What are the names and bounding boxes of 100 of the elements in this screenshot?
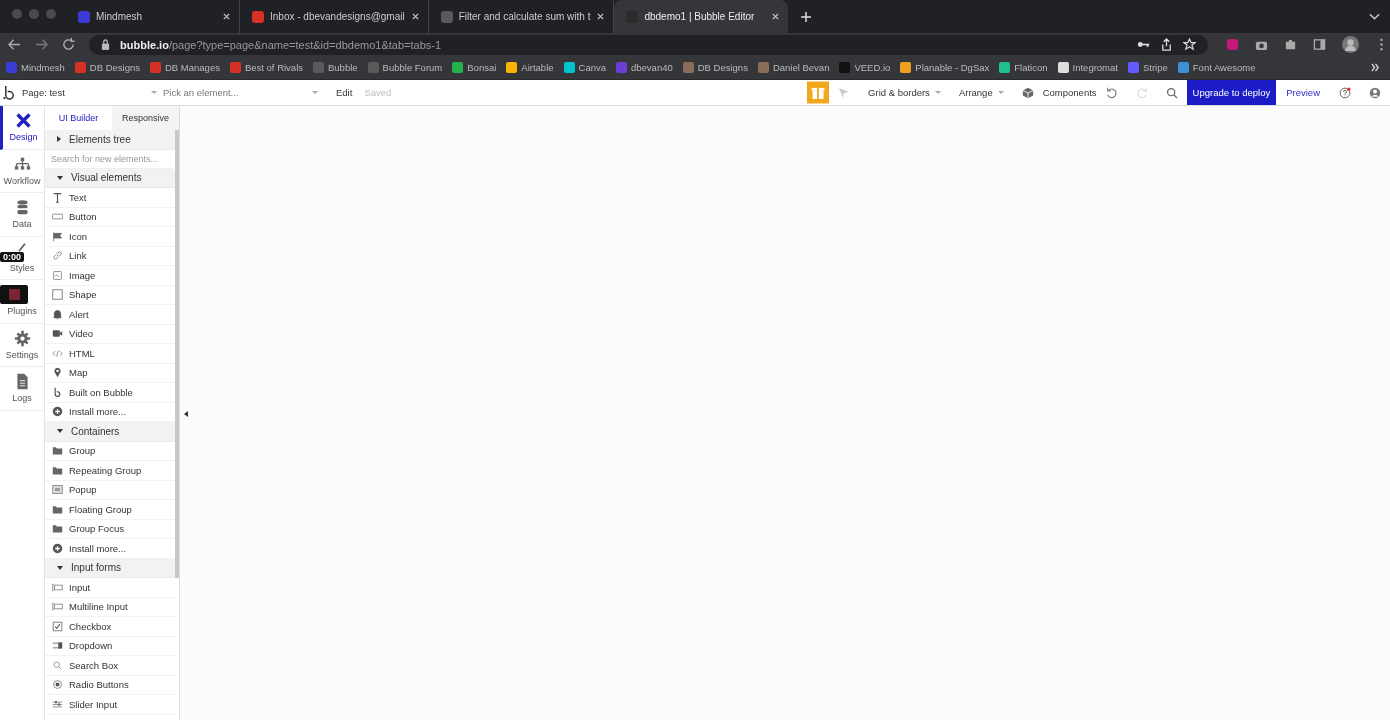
checkbox-icon xyxy=(52,620,63,632)
code-icon xyxy=(52,347,63,359)
link-icon xyxy=(52,250,63,262)
tab-title: Filter and calculate sum with t xyxy=(458,11,591,22)
account-icon[interactable] xyxy=(1369,86,1381,99)
folder-icon xyxy=(52,523,63,535)
nav-tab[interactable]: Logs xyxy=(0,367,44,411)
bookmark[interactable]: VEED.io xyxy=(839,62,891,73)
bookmark[interactable]: DB Designs xyxy=(74,62,140,73)
bookmark[interactable]: Bonsai xyxy=(452,62,497,73)
close-icon[interactable] xyxy=(410,12,420,21)
bookmark[interactable]: Mindmesh xyxy=(6,62,65,73)
element-item[interactable]: Checkbox xyxy=(45,617,175,637)
scrollbar[interactable] xyxy=(175,130,179,578)
plus-icon xyxy=(52,406,63,418)
element-item[interactable]: Multiline Input xyxy=(45,597,175,617)
close-icon[interactable] xyxy=(771,12,781,21)
section-header[interactable]: Elements tree xyxy=(45,130,175,150)
bookmark[interactable]: Font Awesome xyxy=(1177,62,1256,73)
close-icon[interactable] xyxy=(222,12,231,21)
recording-timer-toast: 0:00 xyxy=(0,252,24,262)
forward-icon[interactable] xyxy=(35,38,48,51)
nav-tab[interactable]: Data xyxy=(0,193,44,237)
element-item[interactable]: Input xyxy=(45,578,175,598)
element-item[interactable]: Icon xyxy=(45,227,175,247)
new-tab-icon[interactable] xyxy=(800,10,813,23)
address-field[interactable]: bubble.io/page?type=page&name=test&id=dbdemo1&tab=tabs-1 xyxy=(89,34,1208,55)
bookmark[interactable]: Best of Rivals xyxy=(229,62,303,73)
image-icon xyxy=(52,269,63,281)
panel-tab[interactable]: Responsive xyxy=(112,106,179,130)
triangle-icon xyxy=(57,175,63,180)
undo-icon[interactable] xyxy=(1105,86,1118,99)
upgrade-button[interactable]: Upgrade to deploy xyxy=(1186,80,1277,105)
bookmark[interactable]: Bubble Forum xyxy=(367,62,443,73)
browser-tab[interactable]: dbdemo1 | Bubble Editor xyxy=(614,0,789,33)
edit-menu[interactable]: Edit xyxy=(324,87,365,98)
preview-button[interactable]: Preview xyxy=(1276,87,1330,98)
bookmark[interactable]: Bubble xyxy=(313,62,358,73)
nav-tab[interactable]: Workflow xyxy=(0,149,44,193)
brush-icon xyxy=(18,242,26,252)
caret-icon xyxy=(934,91,941,94)
save-status: Saved xyxy=(364,87,392,98)
bookmark[interactable]: Integromat xyxy=(1057,62,1118,73)
collapse-panel-icon[interactable] xyxy=(184,411,188,417)
flowchart-icon xyxy=(13,155,31,173)
bookmark[interactable]: DB Designs xyxy=(682,62,748,73)
square-icon xyxy=(52,289,63,301)
search-icon[interactable] xyxy=(1165,86,1178,99)
element-item[interactable]: Radio Buttons xyxy=(45,675,175,695)
element-item[interactable]: Install more... xyxy=(45,539,175,559)
bookmark[interactable]: Canva xyxy=(563,62,606,73)
folder-icon xyxy=(52,445,63,457)
input-icon xyxy=(52,601,63,613)
profile-avatar-icon[interactable] xyxy=(1342,36,1359,53)
element-item[interactable]: Search Box xyxy=(45,656,175,676)
plus-icon xyxy=(52,542,63,554)
section-header[interactable]: Visual elements xyxy=(45,168,175,188)
popup-icon xyxy=(52,484,63,496)
arrange-menu[interactable]: Arrange xyxy=(958,87,1004,98)
text-icon xyxy=(52,191,63,203)
bookmark[interactable]: Flaticon xyxy=(999,62,1048,73)
search-icon xyxy=(52,659,63,671)
sidebar-icon[interactable] xyxy=(1313,38,1326,51)
components-button[interactable]: Components xyxy=(1012,86,1097,99)
element-item[interactable]: Popup xyxy=(45,480,175,500)
star-icon[interactable] xyxy=(1183,38,1196,51)
pin-icon xyxy=(52,367,63,379)
element-item[interactable]: Alert xyxy=(45,305,175,325)
bookmark[interactable]: Airtable xyxy=(506,62,554,73)
element-item[interactable]: Floating Group xyxy=(45,500,175,520)
bubble-logo-icon xyxy=(52,386,63,398)
page-dropdown[interactable]: Page: test xyxy=(22,81,163,104)
grid-borders-menu[interactable]: Grid & borders xyxy=(868,87,941,98)
nav-tab[interactable]: Settings xyxy=(0,323,44,367)
reload-icon[interactable] xyxy=(62,38,75,51)
bookmark[interactable]: Daniel Bevan xyxy=(757,62,830,73)
close-icon[interactable] xyxy=(596,12,606,21)
tab-title: Mindmesh xyxy=(96,11,144,22)
more-bookmarks-icon[interactable] xyxy=(1371,63,1380,72)
chevron-down-icon[interactable] xyxy=(1369,12,1380,21)
element-item[interactable]: Slider Input xyxy=(45,695,175,715)
caret-icon xyxy=(312,91,318,94)
bubble-logo-icon[interactable] xyxy=(3,85,16,100)
element-picker-dropdown[interactable]: Pick an element... xyxy=(163,81,324,104)
slider-icon xyxy=(52,698,63,710)
stop-icon xyxy=(8,289,20,300)
share-icon[interactable] xyxy=(1160,38,1173,51)
bookmark[interactable]: Stripe xyxy=(1127,62,1168,73)
url-text: bubble.io/page?type=page&name=test&id=dbdemo1&tab=tabs-1 xyxy=(120,38,442,51)
element-item[interactable]: Dropdown xyxy=(45,636,175,656)
section-header[interactable]: Input forms xyxy=(45,558,175,578)
folder-icon xyxy=(52,503,63,515)
bookmark[interactable]: dbevan40 xyxy=(616,62,673,73)
bookmark[interactable]: Planable - DgSax xyxy=(900,62,990,73)
back-icon[interactable] xyxy=(8,38,21,51)
help-icon[interactable] xyxy=(1339,86,1351,99)
caret-icon xyxy=(997,91,1004,94)
section-header[interactable]: Containers xyxy=(45,422,175,442)
element-item[interactable]: Repeating Group xyxy=(45,461,175,481)
bookmark[interactable]: DB Manages xyxy=(150,62,220,73)
